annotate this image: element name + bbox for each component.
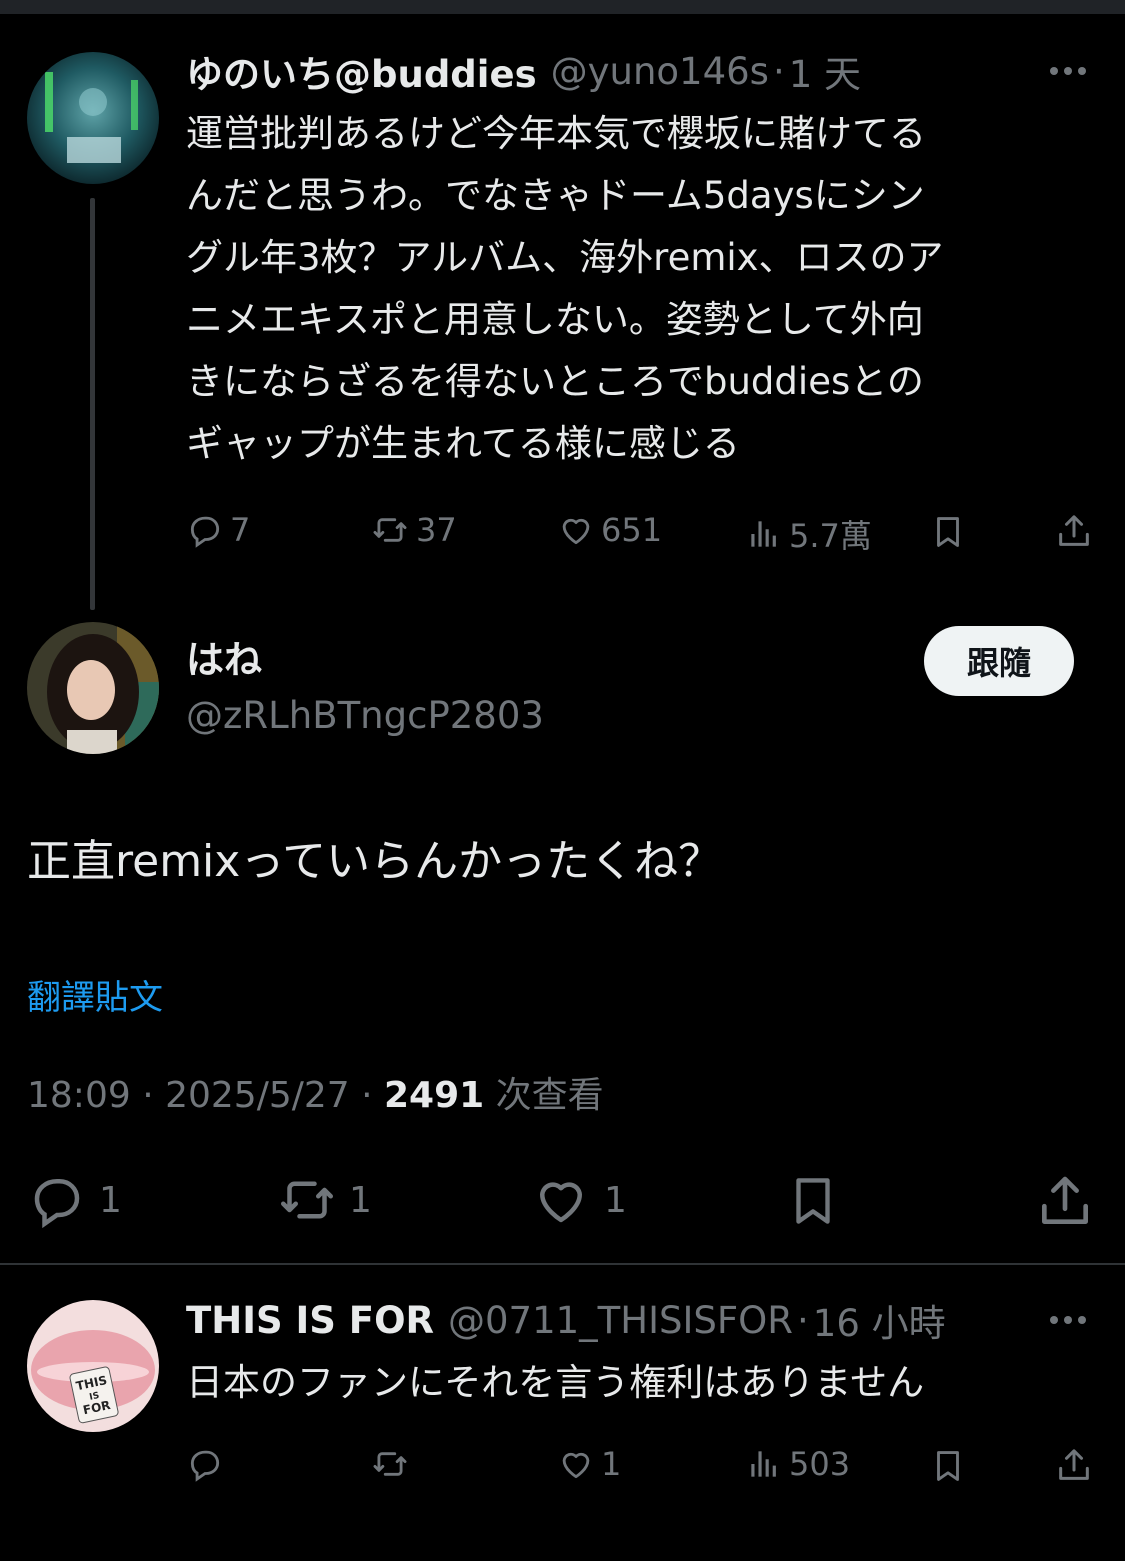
tweet1-text-line: きにならざるを得ないところでbuddiesとの xyxy=(186,360,924,403)
avatar-thisisfor[interactable]: THIS IS FOR xyxy=(27,1300,159,1432)
main-handle[interactable]: @zRLhBTngcP2803 xyxy=(186,690,544,742)
repost-icon xyxy=(275,1170,339,1230)
main-like-button[interactable]: 1 xyxy=(530,1170,627,1230)
tweet1-repost-button[interactable]: 37 xyxy=(370,511,457,549)
avatar-yunoichi[interactable] xyxy=(27,52,159,184)
tweet1-views-button[interactable]: 5.7萬 xyxy=(745,511,872,557)
reply1-views-count: 503 xyxy=(789,1445,851,1483)
tweet1-repost-count: 37 xyxy=(416,511,457,549)
tweet1-text-line: ギャップが生まれてる様に感じる xyxy=(186,422,740,465)
reply1-share-button[interactable] xyxy=(1054,1444,1094,1486)
tweet1-like-count: 651 xyxy=(601,511,663,549)
tweet1-text-line: 運営批判あるけど今年本気で櫻坂に賭けてる xyxy=(186,112,926,155)
reply1-text: 日本のファンにそれを言う権利はありません xyxy=(186,1361,925,1404)
tweet1-more-icon[interactable] xyxy=(1050,67,1086,75)
main-bookmark-button[interactable] xyxy=(784,1168,842,1234)
tweet1-separator: · xyxy=(772,49,785,93)
tweet1-text-line: ニメエキスポと用意しない。姿勢として外向 xyxy=(186,298,924,341)
main-share-button[interactable] xyxy=(1034,1168,1096,1234)
reply1-repost-button[interactable] xyxy=(370,1445,410,1483)
repost-icon xyxy=(370,1445,410,1483)
bookmark-icon xyxy=(784,1168,842,1234)
reply1-header: THIS IS FOR @0711_THISISFOR · 16 小時 xyxy=(186,1293,946,1347)
translate-post-link[interactable]: 翻譯貼文 xyxy=(27,972,163,1024)
tweet1-like-button[interactable]: 651 xyxy=(557,511,662,549)
thread-connector-line xyxy=(90,198,95,610)
reply1-more-icon[interactable] xyxy=(1050,1316,1086,1324)
like-icon xyxy=(557,511,595,549)
reply1-views-button[interactable]: 503 xyxy=(745,1445,850,1483)
reply-icon xyxy=(186,1445,224,1483)
section-divider xyxy=(0,1263,1125,1265)
top-edge-bar xyxy=(0,0,1125,14)
main-views-label: 次查看 xyxy=(484,1075,604,1116)
main-views-count: 2491 xyxy=(384,1075,485,1116)
views-icon xyxy=(745,1445,783,1483)
reply1-like-button[interactable]: 1 xyxy=(557,1445,621,1483)
reply1-time[interactable]: 16 小時 xyxy=(813,1293,946,1347)
reply1-display-name[interactable]: THIS IS FOR xyxy=(186,1299,434,1342)
reply1-like-count: 1 xyxy=(601,1445,622,1483)
main-timestamp[interactable]: 18:09 · 2025/5/27 · xyxy=(27,1075,384,1116)
like-icon xyxy=(557,1445,595,1483)
tweet1-reply-count: 7 xyxy=(230,511,251,549)
share-icon xyxy=(1054,510,1094,552)
tweet1-display-name[interactable]: ゆのいち@buddies xyxy=(186,44,537,98)
reply-icon xyxy=(27,1170,87,1230)
reply1-separator: · xyxy=(797,1298,809,1342)
main-like-count: 1 xyxy=(604,1179,627,1221)
tweet1-time[interactable]: 1 天 xyxy=(789,44,861,98)
main-tweet-text: 正直remixっていらんかったくね？ xyxy=(27,836,723,887)
share-icon xyxy=(1054,1444,1094,1486)
tweet1-text-line: グル年3枚？アルバム、海外remix、ロスのア xyxy=(186,236,944,279)
tweet1-header: ゆのいち@buddies @yuno146s · 1 天 xyxy=(186,44,861,98)
tweet1-bookmark-button[interactable] xyxy=(929,511,967,553)
reply-icon xyxy=(186,511,224,549)
tweet1-text-line: んだと思うわ。でなきゃドーム5daysにシン xyxy=(186,174,925,217)
repost-icon xyxy=(370,511,410,549)
views-icon xyxy=(745,515,783,553)
share-icon xyxy=(1034,1168,1096,1234)
main-display-name[interactable]: はね xyxy=(186,634,262,686)
avatar-hane[interactable] xyxy=(27,622,159,754)
main-meta-row: 18:09 · 2025/5/27 · 2491 次查看 xyxy=(27,1070,604,1122)
tweet1-handle[interactable]: @yuno146s xyxy=(551,50,769,93)
main-reply-count: 1 xyxy=(99,1179,122,1221)
like-icon xyxy=(530,1170,592,1230)
reply1-reply-button[interactable] xyxy=(186,1445,224,1483)
bookmark-icon xyxy=(929,1445,967,1487)
bookmark-icon xyxy=(929,511,967,553)
follow-button[interactable]: 跟隨 xyxy=(924,626,1074,696)
main-repost-count: 1 xyxy=(349,1179,372,1221)
main-repost-button[interactable]: 1 xyxy=(275,1170,372,1230)
tweet1-views-count: 5.7萬 xyxy=(789,517,872,555)
reply1-handle[interactable]: @0711_THISISFOR xyxy=(448,1299,793,1342)
reply1-bookmark-button[interactable] xyxy=(929,1445,967,1487)
tweet1-share-button[interactable] xyxy=(1054,510,1094,552)
tweet1-text: 運営批判あるけど今年本気で櫻坂に賭けてる んだと思うわ。でなきゃドーム5days… xyxy=(186,103,1096,475)
tweet1-reply-button[interactable]: 7 xyxy=(186,511,250,549)
main-reply-button[interactable]: 1 xyxy=(27,1170,122,1230)
